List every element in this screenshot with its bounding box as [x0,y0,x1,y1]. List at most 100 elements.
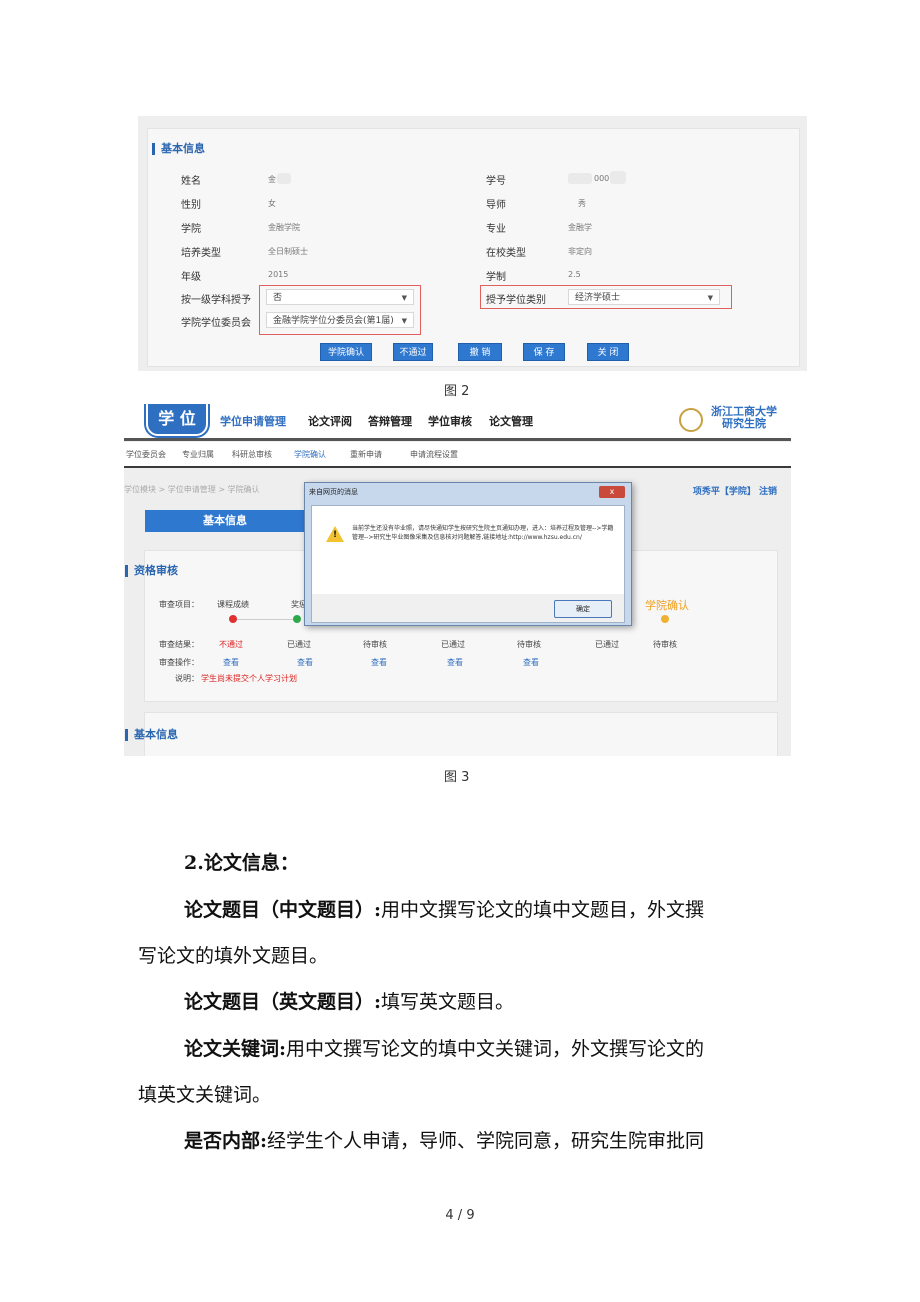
revoke-button[interactable]: 撤 销 [458,343,502,361]
paragraph-3-line-2: 填英文关键词。 [138,1084,272,1106]
major-value: 金融学 [568,223,592,232]
progress-line [237,619,297,620]
text-internal: 经学生个人申请，导师、学院同意，研究生院审批同 [267,1130,705,1152]
university-seal-icon [679,408,703,432]
text-keywords: 用中文撰写论文的填中文关键词，外文撰写论文的 [286,1038,705,1060]
id-value: 000 [594,174,610,183]
result-label: 审查结果： [159,640,199,649]
chevron-down-icon: ▼ [401,294,407,302]
close-button[interactable]: 关 闭 [587,343,629,361]
degree-type-value: 经济学硕士 [575,293,621,303]
breadcrumb: 学位模块 > 学位申请管理 > 学院确认 [124,485,260,494]
result-5: 待审核 [517,640,541,649]
figure-3-caption: 图 3 [444,770,470,785]
chevron-down-icon: ▼ [401,317,407,325]
dialog-message: 当前学生还没有毕业照，请尽快通知学生按研究生院主页通知办理，进入：培养过程及管理… [352,525,614,541]
result-3: 待审核 [363,640,387,649]
nav-thesis-review[interactable]: 论文评阅 [308,413,352,429]
sub-nav-bar: 学位委员会 专业归属 科研总审核 学院确认 重新申请 申请流程设置 [124,442,791,468]
first-level-select[interactable]: 否 ▼ [266,289,414,305]
redaction-blur [568,173,592,184]
dialog-title: 来自网页的消息 [309,488,358,496]
advisor-label: 导师 [486,200,506,211]
college-value: 金融学院 [268,223,300,232]
major-label: 专业 [486,224,506,235]
degree-logo: 学 位 [146,404,208,436]
subnav-flow-setting[interactable]: 申请流程设置 [410,449,458,460]
years-label: 学制 [486,272,506,283]
id-label: 学号 [486,176,506,187]
step-college-confirm: 学院确认 [645,599,689,612]
redaction-blur [277,173,291,184]
user-info[interactable]: 项秀平【学院】 注销 [693,484,777,497]
subnav-reapply[interactable]: 重新申请 [350,449,382,460]
grade-value: 2015 [268,270,289,279]
dialog-body: ! 当前学生还没有毕业照，请尽快通知学生按研究生院主页通知办理，进入：培养过程及… [311,505,625,595]
subnav-major[interactable]: 专业归属 [182,449,214,460]
view-link-4[interactable]: 查看 [447,657,463,668]
degree-type-label: 授予学位类别 [486,295,546,306]
close-icon[interactable]: x [599,486,625,498]
paragraph-2: 论文题目（英文题目）:填写英文题目。 [184,987,514,1014]
paragraph-1-line-2: 写论文的填外文题目。 [138,945,329,967]
name-label: 姓名 [181,176,201,187]
first-level-value: 否 [273,293,283,303]
redaction-blur [610,171,626,184]
term-keywords: 论文关键词: [184,1038,287,1060]
term-en-title: 论文题目（英文题目）: [184,991,382,1013]
subnav-college-confirm[interactable]: 学院确认 [294,449,326,460]
nav-degree-review[interactable]: 学位审核 [428,413,472,429]
view-link-2[interactable]: 查看 [297,657,313,668]
text-en-title: 填写英文题目。 [381,991,515,1013]
tab-basic-info[interactable]: 基本信息 [145,510,305,532]
years-value: 2.5 [568,270,581,279]
view-link-1[interactable]: 查看 [223,657,239,668]
status-label: 在校类型 [486,248,526,259]
term-cn-title: 论文题目（中文题目）: [184,899,382,921]
basic-info-panel: 基本信息 姓名 金 性别 女 学院 金融学院 培养类型 全日制硕士 年级 201… [147,128,800,367]
figure-2-caption: 图 2 [444,384,470,399]
paragraph-3-line-1: 论文关键词:用中文撰写论文的填中文关键词，外文撰写论文的 [184,1034,704,1061]
figure-3-screenshot: 学 位 学位申请管理 论文评阅 答辩管理 学位审核 论文管理 浙江工商大学 研究… [124,404,791,756]
committee-select[interactable]: 金融学院学位分委员会(第1届) ▼ [266,312,414,328]
note-label: 说明： [175,674,199,683]
college-confirm-button[interactable]: 学院确认 [320,343,372,361]
page-number: 4 / 9 [445,1208,475,1223]
status-dot-pending [661,615,669,623]
save-button[interactable]: 保 存 [523,343,565,361]
top-nav-bar: 学 位 学位申请管理 论文评阅 答辩管理 学位审核 论文管理 浙江工商大学 研究… [124,404,791,441]
nav-apply-manage[interactable]: 学位申请管理 [220,413,286,429]
chevron-down-icon: ▼ [707,294,713,302]
committee-label: 学院学位委员会 [181,318,251,329]
status-dot-passed [293,615,301,623]
type-value: 全日制硕士 [268,247,308,256]
section-title: 基本信息 [152,143,205,155]
section-heading: 2.论文信息： [184,852,299,874]
subnav-research[interactable]: 科研总审核 [232,449,272,460]
reject-button[interactable]: 不通过 [393,343,433,361]
nav-thesis-manage[interactable]: 论文管理 [489,413,533,429]
ok-button[interactable]: 确定 [554,600,612,618]
college-label: 学院 [181,224,201,235]
subnav-committee[interactable]: 学位委员会 [126,449,166,460]
result-2: 已通过 [287,640,311,649]
name-value: 金 [268,175,276,184]
nav-defense-manage[interactable]: 答辩管理 [368,413,412,429]
view-link-3[interactable]: 查看 [371,657,387,668]
first-level-label: 按一级学科授予 [181,295,251,306]
university-name-line2: 研究生院 [722,417,766,430]
view-link-5[interactable]: 查看 [523,657,539,668]
term-internal: 是否内部: [184,1130,268,1152]
basic-info-title: 基本信息 [125,729,178,741]
result-4: 已通过 [441,640,465,649]
note-text: 学生尚未提交个人学习计划 [201,674,297,683]
gender-label: 性别 [181,200,201,211]
dialog-footer: 确定 [311,594,625,623]
result-1: 不通过 [219,640,243,649]
degree-type-select[interactable]: 经济学硕士 ▼ [568,289,720,305]
university-name: 浙江工商大学 研究生院 [711,406,777,430]
text-cn-title: 用中文撰写论文的填中文题目，外文撰 [381,899,705,921]
status-value: 非定向 [568,247,592,256]
paragraph-4: 是否内部:经学生个人申请，导师、学院同意，研究生院审批同 [184,1126,704,1153]
warning-icon-mark: ! [333,530,338,540]
